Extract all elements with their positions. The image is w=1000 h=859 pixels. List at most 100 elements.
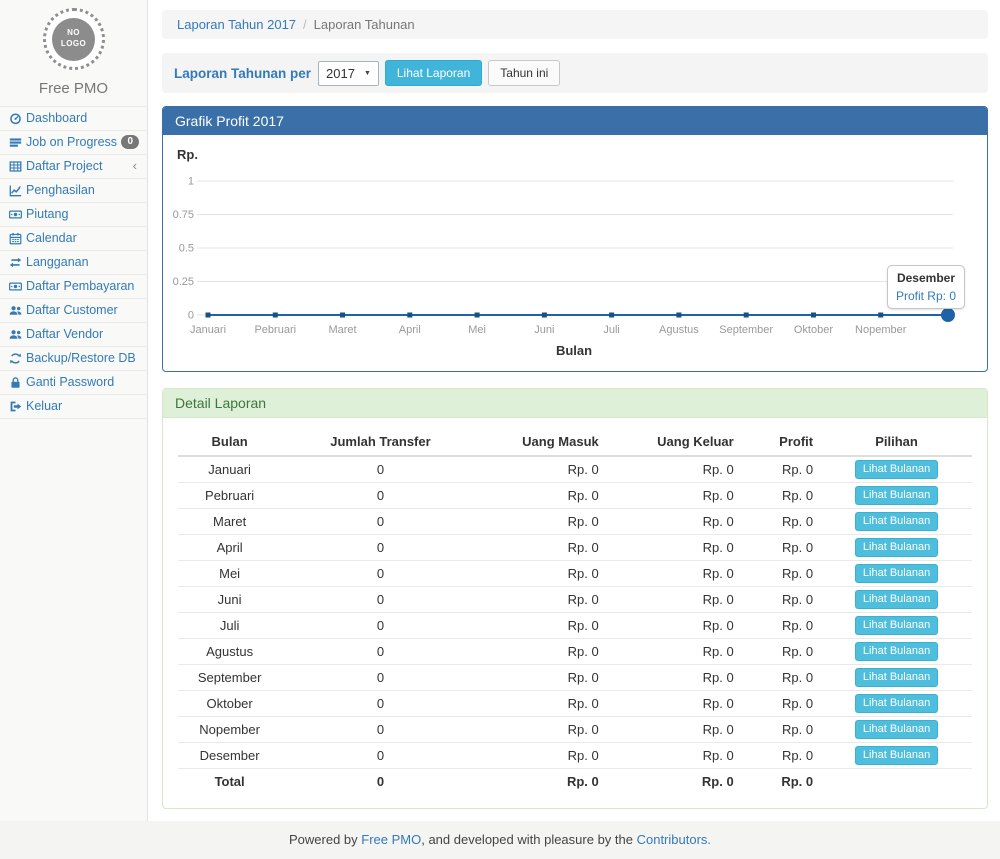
table-row: Juni0Rp. 0Rp. 0Rp. 0Lihat Bulanan [178,587,972,613]
footer-brand-link[interactable]: Free PMO [361,832,421,847]
breadcrumb-separator: / [303,17,307,32]
page: NO LOGO Free PMO Dashboard Job on Progres… [0,0,1000,859]
sidebar-item-label: Job on Progress [26,134,121,150]
lihat-laporan-button[interactable]: Lihat Laporan [385,60,482,86]
sidebar-item-backup-restore-db[interactable]: Backup/Restore DB [0,347,147,371]
users-icon [9,304,26,317]
cell-jumlah-transfer: 0 [281,509,480,535]
cell-jumlah-transfer: 0 [281,613,480,639]
sidebar-item-calendar[interactable]: Calendar [0,227,147,251]
lihat-bulanan-button[interactable]: Lihat Bulanan [855,746,938,765]
svg-text:Agustus: Agustus [659,324,699,336]
svg-text:0: 0 [188,310,194,322]
sidebar-item-daftar-pembayaran[interactable]: Daftar Pembayaran [0,275,147,299]
cell-profit: Rp. 0 [742,691,821,717]
money-icon [9,280,26,293]
sidebar-item-label: Daftar Project [26,158,133,174]
lihat-bulanan-button[interactable]: Lihat Bulanan [855,590,938,609]
cell-uang-masuk: Rp. 0 [480,743,607,769]
sidebar-item-label: Daftar Pembayaran [26,278,139,294]
cell-profit: Rp. 0 [742,456,821,483]
table-row: Juli0Rp. 0Rp. 0Rp. 0Lihat Bulanan [178,613,972,639]
col-bulan: Bulan [178,428,281,456]
breadcrumb: Laporan Tahun 2017/Laporan Tahunan [162,10,988,39]
chart-canvas: Rp.10.750.50.250JanuariPebruariMaretApri… [173,143,977,369]
cell-uang-masuk: Rp. 0 [480,535,607,561]
sidebar-item-keluar[interactable]: Keluar [0,395,147,419]
sidebar-item-dashboard[interactable]: Dashboard [0,107,147,131]
dashboard-icon [9,112,26,125]
lihat-bulanan-button[interactable]: Lihat Bulanan [855,642,938,661]
lihat-bulanan-button[interactable]: Lihat Bulanan [855,616,938,635]
footer-contributors-link[interactable]: Contributors. [637,832,711,847]
sidebar: NO LOGO Free PMO Dashboard Job on Progres… [0,0,148,821]
report-filter-bar: Laporan Tahunan per 2017 ▼ Lihat Laporan… [162,53,988,93]
tahun-ini-button[interactable]: Tahun ini [488,60,560,86]
lihat-bulanan-button[interactable]: Lihat Bulanan [855,538,938,557]
sidebar-item-label: Langganan [26,254,139,270]
cell-jumlah-transfer: 0 [281,639,480,665]
lihat-bulanan-button[interactable]: Lihat Bulanan [855,460,938,479]
logo-block: NO LOGO Free PMO [0,0,147,106]
sidebar-item-label: Daftar Customer [26,302,139,318]
sidebar-item-langganan[interactable]: Langganan [0,251,147,275]
cell-uang-keluar: Rp. 0 [607,665,742,691]
col-profit: Profit [742,428,821,456]
sidebar-item-job-on-progress[interactable]: Job on Progress0 [0,131,147,155]
cell-bulan: Juni [178,587,281,613]
profit-chart-panel: Grafik Profit 2017 Rp.10.750.50.250Janua… [162,106,988,372]
cell-profit: Rp. 0 [742,587,821,613]
sidebar-item-label: Backup/Restore DB [26,350,139,366]
table-row: Januari0Rp. 0Rp. 0Rp. 0Lihat Bulanan [178,456,972,483]
main-content: Laporan Tahun 2017/Laporan Tahunan Lapor… [148,0,1000,821]
lihat-bulanan-button[interactable]: Lihat Bulanan [855,564,938,583]
cell-bulan: September [178,665,281,691]
cell-profit: Rp. 0 [742,613,821,639]
cell-profit: Rp. 0 [742,561,821,587]
lihat-bulanan-button[interactable]: Lihat Bulanan [855,694,938,713]
svg-text:0.5: 0.5 [179,243,194,255]
sidebar-item-daftar-vendor[interactable]: Daftar Vendor [0,323,147,347]
year-select[interactable]: 2017 ▼ [318,61,379,86]
lihat-bulanan-button[interactable]: Lihat Bulanan [855,512,938,531]
cell-jumlah-transfer: 0 [281,456,480,483]
sidebar-item-piutang[interactable]: Piutang [0,203,147,227]
report-table: Bulan Jumlah Transfer Uang Masuk Uang Ke… [178,428,972,794]
caret-down-icon: ▼ [364,70,371,77]
svg-text:Mei: Mei [468,324,486,336]
cell-uang-masuk: Rp. 0 [480,561,607,587]
cell-uang-keluar: Rp. 0 [607,561,742,587]
chart-panel-title: Grafik Profit 2017 [163,107,987,135]
sidebar-item-label: Dashboard [26,110,139,126]
cell-uang-keluar: Rp. 0 [607,456,742,483]
sidebar-item-ganti-password[interactable]: Ganti Password [0,371,147,395]
footer-text-middle: , and developed with pleasure by the [421,832,636,847]
cell-total-keluar: Rp. 0 [607,769,742,795]
cell-bulan: Maret [178,509,281,535]
filter-label: Laporan Tahunan per [174,66,311,81]
cell-profit: Rp. 0 [742,509,821,535]
sidebar-item-daftar-customer[interactable]: Daftar Customer [0,299,147,323]
cell-profit: Rp. 0 [742,639,821,665]
tasks-icon [9,136,26,149]
footer: Powered by Free PMO, and developed with … [0,821,1000,859]
profit-chart[interactable]: Rp.10.750.50.250JanuariPebruariMaretApri… [163,135,987,371]
table-total-row: Total0Rp. 0Rp. 0Rp. 0 [178,769,972,795]
lihat-bulanan-button[interactable]: Lihat Bulanan [855,720,938,739]
cell-uang-keluar: Rp. 0 [607,535,742,561]
lihat-bulanan-button[interactable]: Lihat Bulanan [855,486,938,505]
cell-jumlah-transfer: 0 [281,717,480,743]
table-row: April0Rp. 0Rp. 0Rp. 0Lihat Bulanan [178,535,972,561]
sidebar-item-penghasilan[interactable]: Penghasilan [0,179,147,203]
detail-laporan-panel: Detail Laporan Bulan Jumlah Transfer Uan… [162,388,988,809]
sidebar-item-label: Keluar [26,398,139,414]
table-row: Oktober0Rp. 0Rp. 0Rp. 0Lihat Bulanan [178,691,972,717]
cell-bulan: Januari [178,456,281,483]
sidebar-item-daftar-project[interactable]: Daftar Project‹ [0,155,147,179]
cell-jumlah-transfer: 0 [281,535,480,561]
tooltip-title: Desember [896,271,956,285]
cell-jumlah-transfer: 0 [281,743,480,769]
breadcrumb-link[interactable]: Laporan Tahun 2017 [177,17,296,32]
sidebar-item-label: Calendar [26,230,139,246]
lihat-bulanan-button[interactable]: Lihat Bulanan [855,668,938,687]
